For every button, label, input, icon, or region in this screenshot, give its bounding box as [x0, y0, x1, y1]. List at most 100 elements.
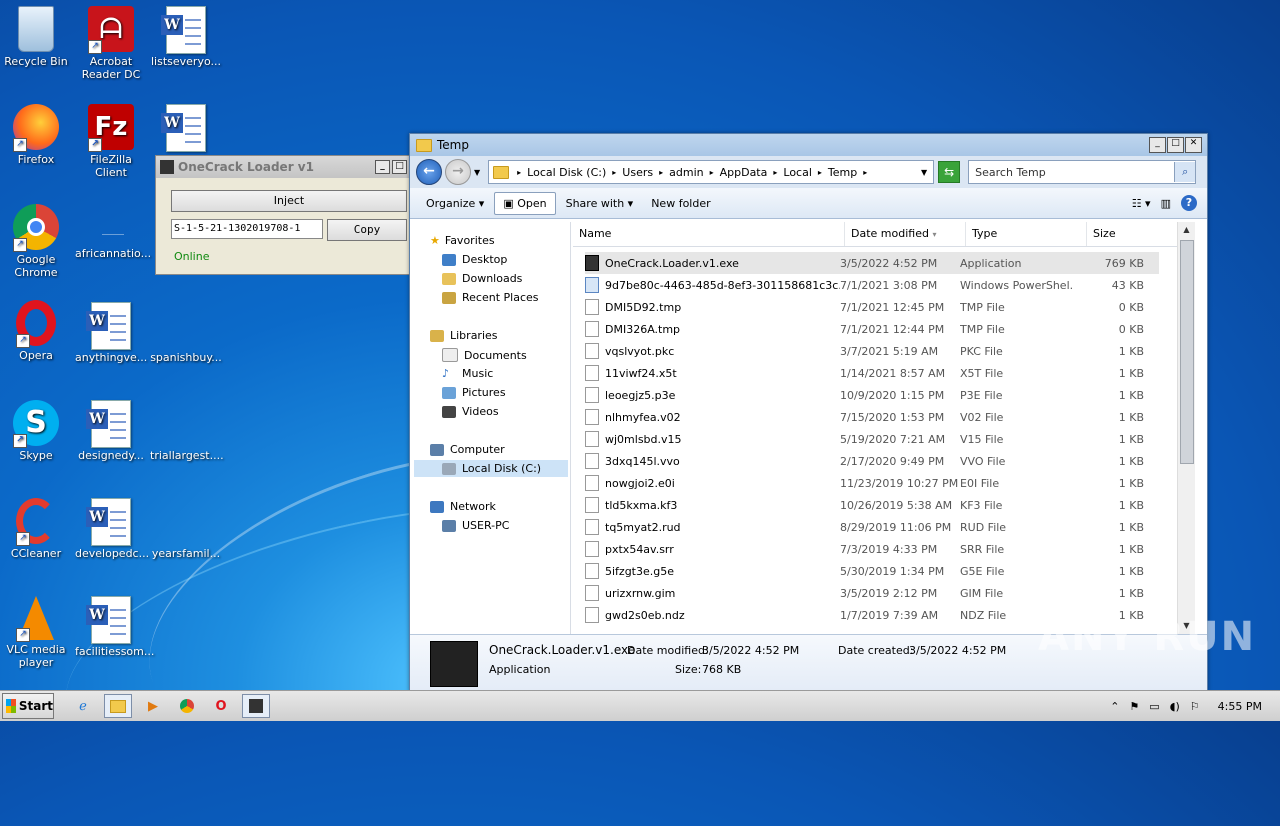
- nav-network[interactable]: Network: [430, 500, 496, 513]
- table-row[interactable]: DMI5D92.tmp 7/1/2021 12:45 PM TMP File 0 KB: [585, 296, 1159, 318]
- scroll-up-icon[interactable]: ▲: [1178, 222, 1195, 238]
- address-bar[interactable]: ▸ Local Disk (C:) ▸ Users ▸ admin ▸ AppData…: [488, 160, 935, 184]
- desktop-icon-acrobat[interactable]: ᗩ ↗ Acrobat Reader DC: [75, 6, 147, 81]
- table-row[interactable]: 11viwf24.x5t 1/14/2021 8:57 AM X5T File 1 K…: [585, 362, 1159, 384]
- search-input[interactable]: Search Temp ⌕: [968, 160, 1197, 184]
- minimize-button[interactable]: _: [375, 160, 390, 174]
- nav-desktop[interactable]: Desktop: [442, 253, 507, 266]
- network-tray-icon[interactable]: ▭: [1149, 700, 1159, 713]
- forward-button[interactable]: →: [445, 159, 471, 185]
- maximize-button[interactable]: □: [1167, 137, 1184, 153]
- loader-titlebar[interactable]: OneCrack Loader v1 _ □: [156, 156, 411, 178]
- breadcrumb-local[interactable]: Local: [783, 166, 812, 179]
- nav-local-disk[interactable]: Local Disk (C:): [414, 460, 568, 477]
- desktop-icon-word-doc[interactable]: W: [150, 104, 222, 153]
- internet-explorer-icon[interactable]: ℯ: [70, 695, 96, 717]
- vertical-scrollbar[interactable]: ▲ ▼: [1177, 222, 1195, 634]
- table-row[interactable]: leoegjz5.p3e 10/9/2020 1:15 PM P3E File 1 K…: [585, 384, 1159, 406]
- organize-button[interactable]: Organize ▾: [418, 193, 492, 214]
- nav-downloads[interactable]: Downloads: [442, 272, 522, 285]
- explorer-titlebar[interactable]: Temp _ □ ✕: [410, 134, 1207, 156]
- breadcrumb-local-disk[interactable]: Local Disk (C:): [527, 166, 606, 179]
- refresh-icon[interactable]: ⇆: [938, 161, 961, 183]
- desktop-icon-africannatio[interactable]: africannatio...: [75, 204, 151, 260]
- nav-user-pc[interactable]: USER-PC: [442, 519, 509, 532]
- search-icon[interactable]: ⌕: [1174, 162, 1196, 182]
- back-button[interactable]: ←: [416, 159, 442, 185]
- nav-music[interactable]: ♪ Music: [442, 367, 493, 380]
- table-row[interactable]: pxtx54av.srr 7/3/2019 4:33 PM SRR File 1 KB: [585, 538, 1159, 560]
- inject-button[interactable]: Inject: [171, 190, 407, 212]
- desktop-icon-anythingve[interactable]: W anythingve...: [75, 302, 147, 364]
- desktop-icon-filezilla[interactable]: Fz ↗ FileZilla Client: [75, 104, 147, 179]
- volume-icon[interactable]: ◖): [1170, 700, 1180, 713]
- view-options-icon[interactable]: ☷ ▾: [1132, 197, 1151, 210]
- opera-taskbar-icon[interactable]: O: [208, 695, 234, 717]
- copy-button[interactable]: Copy: [327, 219, 407, 241]
- desktop-icon-firefox[interactable]: ↗ Firefox: [0, 104, 72, 166]
- new-folder-button[interactable]: New folder: [643, 193, 718, 214]
- column-header-date[interactable]: Date modified ▾: [845, 222, 966, 246]
- explorer-taskbar-icon[interactable]: [104, 694, 132, 718]
- table-row[interactable]: nlhmyfea.v02 7/15/2020 1:53 PM V02 File 1 K…: [585, 406, 1159, 428]
- desktop-icon-ccleaner[interactable]: ↗ CCleaner: [0, 498, 72, 560]
- desktop-icon-developedc[interactable]: W developedc...: [75, 498, 149, 560]
- table-row[interactable]: OneCrack.Loader.v1.exe 3/5/2022 4:52 PM Ap…: [585, 252, 1159, 274]
- desktop-icon-listseveryo[interactable]: W listseveryo...: [150, 6, 222, 68]
- minimize-button[interactable]: _: [1149, 137, 1166, 153]
- show-hidden-icons-icon[interactable]: ⌃: [1110, 700, 1119, 713]
- column-header-name[interactable]: Name: [573, 222, 845, 246]
- column-header-size[interactable]: Size: [1087, 222, 1184, 246]
- action-center-icon[interactable]: ⚐: [1190, 700, 1200, 713]
- table-row[interactable]: urizxrnw.gim 3/5/2019 2:12 PM GIM File 1 KB: [585, 582, 1159, 604]
- table-row[interactable]: wj0mlsbd.v15 5/19/2020 7:21 AM V15 File 1 K…: [585, 428, 1159, 450]
- table-row[interactable]: vqslvyot.pkc 3/7/2021 5:19 AM PKC File 1 KB: [585, 340, 1159, 362]
- table-row[interactable]: 5ifzgt3e.g5e 5/30/2019 1:34 PM G5E File 1 K…: [585, 560, 1159, 582]
- help-icon[interactable]: ?: [1181, 195, 1197, 211]
- onecrack-taskbar-icon[interactable]: [242, 694, 270, 718]
- desktop-icon-facilitiessom[interactable]: W facilitiessom...: [75, 596, 154, 658]
- address-dropdown-icon[interactable]: ▼: [921, 168, 927, 177]
- desktop-icon-triallargest[interactable]: triallargest....: [150, 400, 224, 462]
- clock[interactable]: 4:55 PM: [1218, 700, 1262, 713]
- chrome-taskbar-icon[interactable]: [174, 695, 200, 717]
- table-row[interactable]: tq5myat2.rud 8/29/2019 11:06 PM RUD File 1 …: [585, 516, 1159, 538]
- breadcrumb-temp[interactable]: Temp: [828, 166, 857, 179]
- desktop-icon-spanishbuy[interactable]: spanishbuy...: [150, 302, 222, 364]
- action-center-flag-icon[interactable]: ⚑: [1129, 700, 1139, 713]
- maximize-button[interactable]: □: [392, 160, 407, 174]
- table-row[interactable]: 3dxq145l.vvo 2/17/2020 9:49 PM VVO File 1 K…: [585, 450, 1159, 472]
- nav-pictures[interactable]: Pictures: [442, 386, 506, 399]
- desktop-icon-designedy[interactable]: W designedy...: [75, 400, 147, 462]
- open-button[interactable]: ▣ Open: [494, 191, 556, 215]
- nav-recent-places[interactable]: Recent Places: [442, 291, 539, 304]
- sid-field[interactable]: S-1-5-21-1302019708-1: [171, 219, 323, 239]
- media-player-icon[interactable]: ▶: [140, 695, 166, 717]
- desktop-icon-recycle-bin[interactable]: Recycle Bin: [0, 6, 72, 68]
- breadcrumb-admin[interactable]: admin: [669, 166, 703, 179]
- table-row[interactable]: 9d7be80c-4463-485d-8ef3-301158681c3c.ps1…: [585, 274, 1159, 296]
- table-row[interactable]: tld5kxma.kf3 10/26/2019 5:38 AM KF3 File 1 …: [585, 494, 1159, 516]
- close-button[interactable]: ✕: [1185, 137, 1202, 153]
- scrollbar-thumb[interactable]: [1180, 240, 1194, 464]
- desktop-icon-google-chrome[interactable]: ↗ Google Chrome: [0, 204, 72, 279]
- table-row[interactable]: nowgjoi2.e0i 11/23/2019 10:27 PM E0I File 1…: [585, 472, 1159, 494]
- desktop-icon-opera[interactable]: ↗ Opera: [0, 300, 72, 362]
- explorer-window[interactable]: Temp _ □ ✕ ← → ▼ ▸ Local Disk (C:) ▸ User…: [409, 133, 1208, 692]
- share-with-button[interactable]: Share with ▾: [558, 193, 642, 214]
- desktop-icon-yearsfamil[interactable]: yearsfamil...: [150, 498, 222, 560]
- onecrack-loader-window[interactable]: OneCrack Loader v1 _ □ Inject S-1-5-21-1…: [155, 155, 412, 275]
- breadcrumb-appdata[interactable]: AppData: [720, 166, 768, 179]
- preview-pane-icon[interactable]: ▥: [1161, 197, 1171, 210]
- recent-locations-icon[interactable]: ▼: [474, 168, 480, 177]
- breadcrumb-users[interactable]: Users: [622, 166, 653, 179]
- column-header-type[interactable]: Type: [966, 222, 1087, 246]
- nav-documents[interactable]: Documents: [442, 348, 527, 362]
- table-row[interactable]: DMI326A.tmp 7/1/2021 12:44 PM TMP File 0 KB: [585, 318, 1159, 340]
- desktop-icon-skype[interactable]: S ↗ Skype: [0, 400, 72, 462]
- nav-computer[interactable]: Computer: [430, 443, 505, 456]
- nav-videos[interactable]: Videos: [442, 405, 499, 418]
- desktop-icon-vlc[interactable]: ↗ VLC media player: [0, 596, 72, 669]
- start-button[interactable]: Start: [2, 693, 54, 719]
- nav-favorites[interactable]: ★ Favorites: [430, 234, 495, 247]
